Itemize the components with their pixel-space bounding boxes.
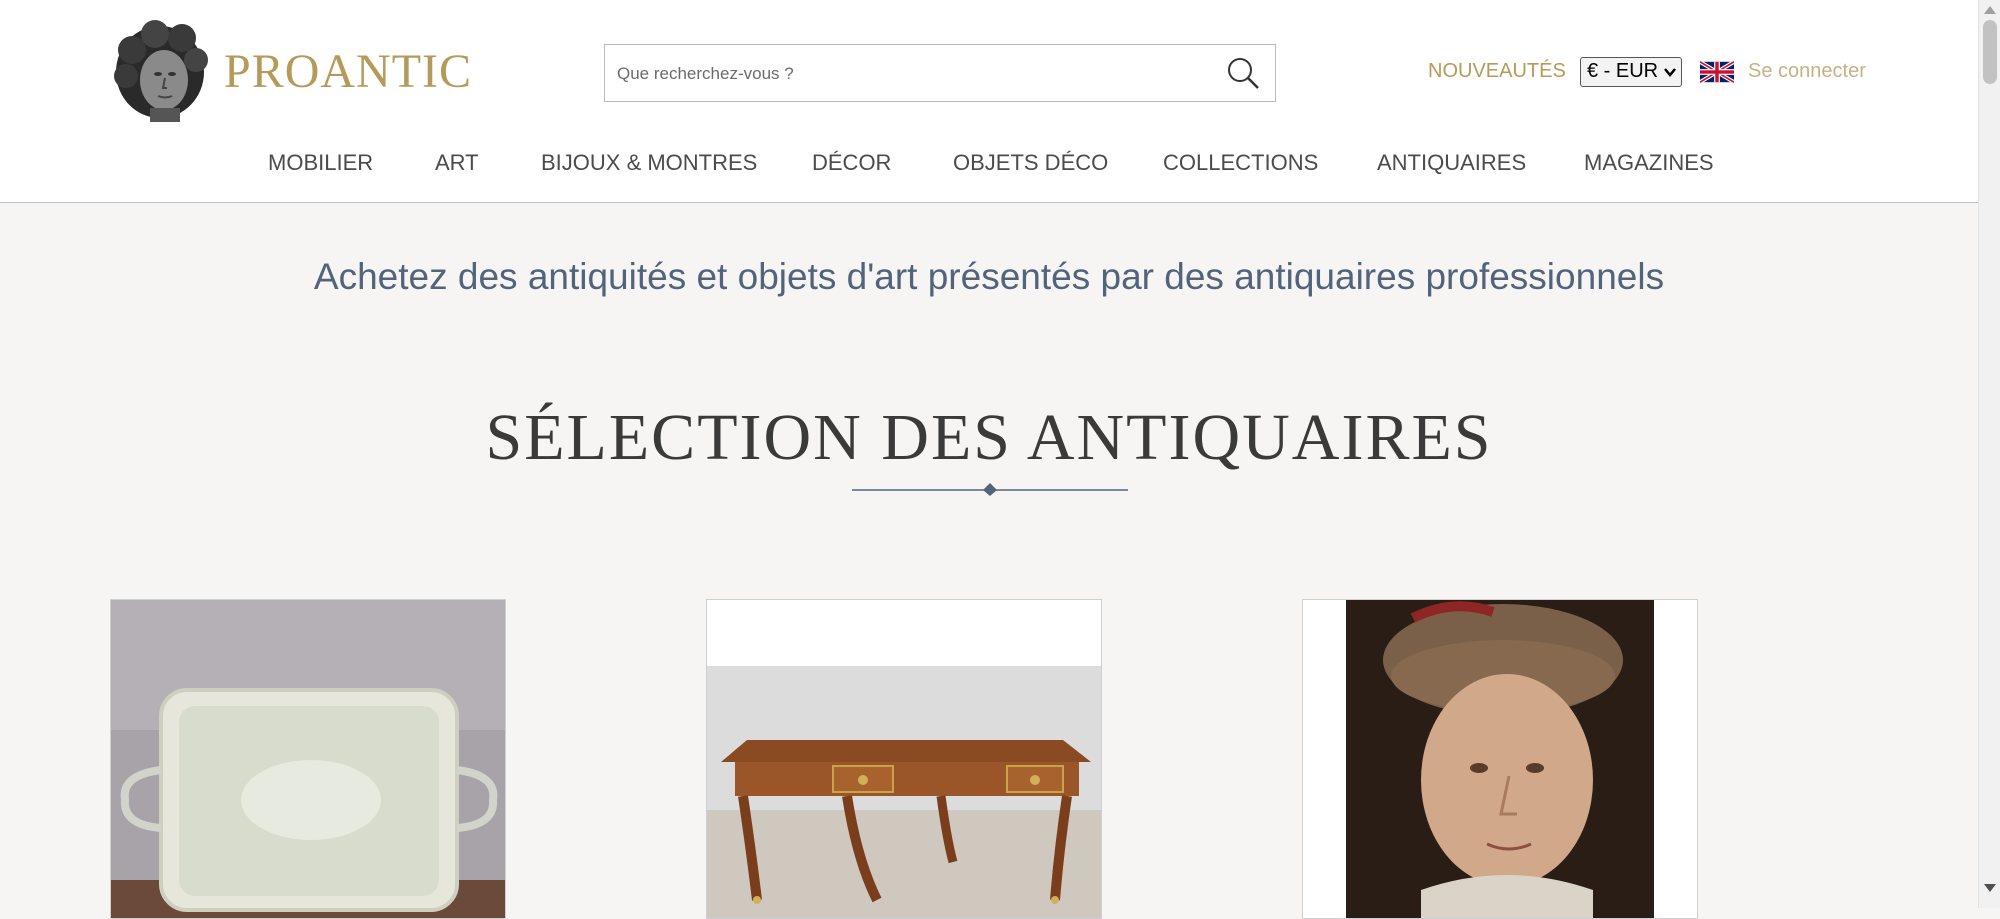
logo-bust-icon[interactable]	[110, 20, 212, 122]
chevron-down-icon	[1664, 68, 1676, 77]
silver-tray-image	[111, 600, 505, 918]
new-arrivals-link[interactable]: NOUVEAUTÉS	[1428, 60, 1566, 83]
scrollbar-thumb[interactable]	[1983, 20, 1997, 84]
page-scrollbar[interactable]	[1978, 0, 2000, 908]
section-title: SÉLECTION DES ANTIQUAIRES	[485, 401, 1493, 474]
louis-xv-desk-image	[707, 600, 1101, 918]
nav-item-art[interactable]: ART	[435, 150, 479, 176]
nav-item-decor[interactable]: DÉCOR	[812, 150, 891, 176]
title-divider	[852, 483, 1128, 496]
site-header: PROANTIC Que recherchez-vous ? NOUVEAUTÉ…	[0, 0, 1978, 203]
nav-item-magazines[interactable]: MAGAZINES	[1584, 150, 1714, 176]
search-input[interactable]: Que recherchez-vous ?	[617, 64, 794, 84]
search-box[interactable]: Que recherchez-vous ?	[604, 44, 1276, 102]
search-icon[interactable]	[1225, 55, 1261, 91]
product-card[interactable]	[1302, 599, 1698, 919]
nav-item-antiquaires[interactable]: ANTIQUAIRES	[1377, 150, 1526, 176]
nav-item-objets-deco[interactable]: OBJETS DÉCO	[953, 150, 1108, 176]
product-card[interactable]	[706, 599, 1102, 919]
nav-item-collections[interactable]: COLLECTIONS	[1163, 150, 1318, 176]
currency-select[interactable]: € - EUR	[1580, 57, 1682, 87]
portrait-painting-image	[1303, 600, 1697, 918]
product-card[interactable]	[110, 599, 506, 919]
scroll-up-arrow-icon[interactable]	[1984, 6, 1996, 14]
currency-value: € - EUR	[1587, 60, 1659, 82]
nav-item-mobilier[interactable]: MOBILIER	[268, 150, 373, 176]
uk-flag-icon[interactable]	[1700, 59, 1734, 85]
tagline: Achetez des antiquités et objets d'art p…	[313, 256, 1665, 297]
main-nav: MOBILIER ART BIJOUX & MONTRES DÉCOR OBJE…	[0, 150, 1978, 180]
brand-name[interactable]: PROANTIC	[224, 44, 472, 99]
login-link[interactable]: Se connecter	[1748, 60, 1866, 83]
scroll-down-arrow-icon[interactable]	[1984, 884, 1996, 892]
nav-item-bijoux-montres[interactable]: BIJOUX & MONTRES	[541, 150, 757, 176]
